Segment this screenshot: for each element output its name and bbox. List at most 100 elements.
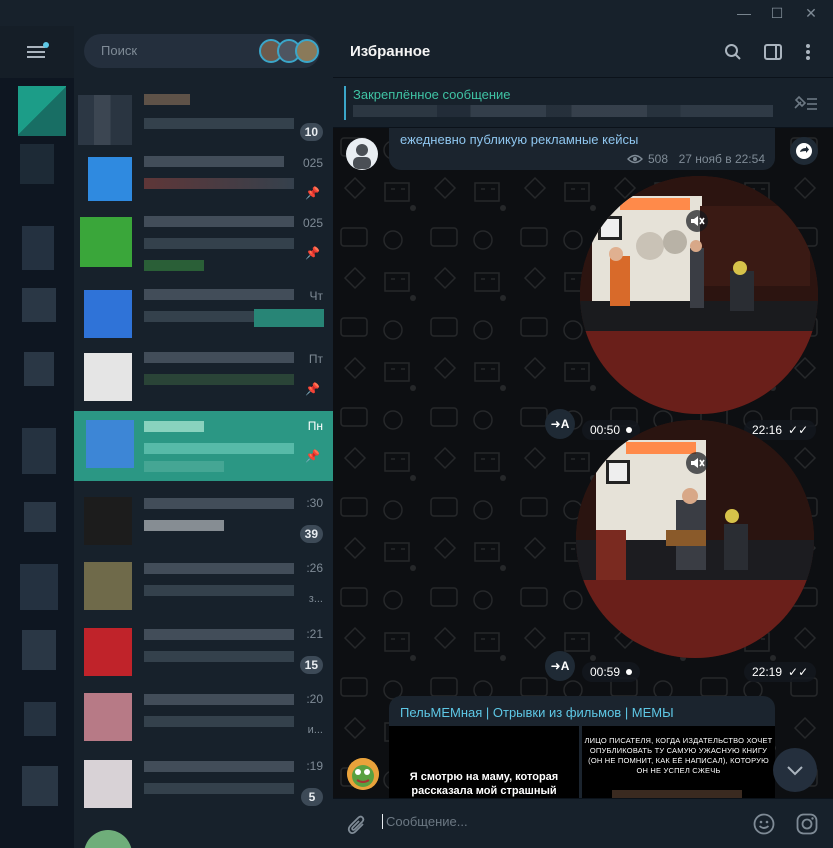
chat-avatar <box>84 497 132 545</box>
double-check-icon: ✓✓ <box>788 665 809 679</box>
chat-row[interactable] <box>74 821 333 848</box>
folder-item[interactable] <box>24 502 56 532</box>
chat-avatar <box>80 217 132 267</box>
folder-item[interactable] <box>22 630 56 670</box>
chat-time: Пн <box>307 419 323 433</box>
chat-row[interactable]: 10 <box>74 86 333 151</box>
search-button[interactable] <box>721 40 745 64</box>
chat-header: Избранное <box>333 26 833 78</box>
chat-row[interactable]: :19 5 <box>74 751 333 816</box>
folder-item[interactable] <box>20 144 54 184</box>
pinned-preview <box>353 105 773 117</box>
chat-time: :20 <box>306 692 323 706</box>
more-button[interactable] <box>796 40 820 64</box>
chat-preview: з... <box>308 593 323 605</box>
chat-time: :19 <box>306 759 323 773</box>
message-text: ежедневно публикую рекламные кейсы <box>400 132 639 147</box>
pinned-indicator <box>344 86 346 120</box>
chat-row[interactable]: Чт <box>74 281 333 346</box>
message-composer: Сообщение... <box>333 798 833 848</box>
folder-item[interactable] <box>24 702 56 736</box>
chat-avatar <box>84 760 132 808</box>
chat-avatar <box>78 95 132 145</box>
chat-row[interactable]: :20 и... <box>74 684 333 749</box>
chat-avatar <box>84 628 132 676</box>
search-box[interactable]: Поиск <box>84 34 320 68</box>
folder-item[interactable] <box>22 226 54 270</box>
chat-title[interactable]: Избранное <box>350 43 430 60</box>
transcribe-button[interactable]: ➜ A <box>545 409 575 439</box>
more-vertical-icon <box>806 44 810 60</box>
chat-list: Поиск 10 025 📌 025 📌 Чт Пт � <box>74 26 333 848</box>
chat-avatar <box>88 157 132 201</box>
double-check-icon: ✓✓ <box>788 423 809 437</box>
forward-button[interactable] <box>790 137 818 165</box>
chat-row[interactable]: :30 39 <box>74 488 333 553</box>
chat-time: Пт <box>308 352 323 366</box>
unread-badge: 39 <box>299 525 323 543</box>
folder-item[interactable] <box>22 428 56 474</box>
story-avatar[interactable] <box>295 39 319 63</box>
channel-name[interactable]: ПельМЕМная | Отрывки из фильмов | МЕМЫ <box>400 705 674 720</box>
chat-row[interactable]: 025 📌 <box>74 208 333 273</box>
views-count: 508 <box>627 152 668 166</box>
chevron-down-icon <box>787 766 803 776</box>
forwarded-message[interactable]: ПельМЕМная | Отрывки из фильмов | МЕМЫ Я… <box>389 696 775 798</box>
folder-item[interactable] <box>22 288 56 322</box>
pin-list-icon[interactable] <box>792 94 818 112</box>
chat-avatar <box>86 420 134 468</box>
folder-sidebar <box>0 26 74 848</box>
scroll-to-bottom-button[interactable] <box>773 748 817 792</box>
muted-speaker-icon[interactable] <box>686 210 708 232</box>
folder-item[interactable] <box>22 766 58 806</box>
search-input[interactable]: Поиск <box>101 43 137 58</box>
folder-item[interactable] <box>18 86 66 136</box>
chat-row[interactable]: 025 📌 <box>74 148 333 213</box>
eye-icon <box>627 154 643 164</box>
unread-badge: 15 <box>299 656 323 674</box>
main-menu-button[interactable] <box>0 26 74 78</box>
folder-item[interactable] <box>24 352 54 386</box>
notification-dot <box>43 42 49 48</box>
chat-time: :21 <box>306 627 323 641</box>
chat-avatar <box>84 353 132 401</box>
chat-avatar <box>84 290 132 338</box>
arrow-icon: ➜ <box>550 659 561 673</box>
pin-icon: 📌 <box>305 382 320 396</box>
media-caption: ЛИЦО ПИСАТЕЛЯ, КОГДА ИЗДАТЕЛЬСТВО ХОЧЕТ … <box>584 736 773 775</box>
forward-icon <box>796 143 812 159</box>
attach-icon[interactable] <box>347 814 367 836</box>
emoji-icon[interactable] <box>753 813 775 835</box>
close-button[interactable]: ✕ <box>789 0 833 26</box>
video-message-icon[interactable] <box>796 813 818 835</box>
pin-icon: 📌 <box>305 246 320 260</box>
chat-row[interactable]: :26 з... <box>74 553 333 618</box>
chat-preview: и... <box>307 724 323 736</box>
chat-row[interactable]: :21 15 <box>74 619 333 684</box>
video-time: 22:19 ✓✓ <box>744 662 817 682</box>
chat-time: 025 <box>302 156 323 170</box>
search-icon <box>725 44 741 60</box>
sender-avatar[interactable] <box>346 138 378 170</box>
message-input[interactable]: Сообщение... <box>382 814 468 829</box>
transcribe-button[interactable]: ➜ A <box>545 651 575 681</box>
chat-wallpaper: ежедневно публикую рекламные кейсы 508 2… <box>333 128 833 798</box>
sender-avatar[interactable] <box>347 758 379 790</box>
folder-item[interactable] <box>20 564 58 610</box>
message-bubble[interactable]: ежедневно публикую рекламные кейсы 508 2… <box>389 128 775 170</box>
pinned-title: Закреплённое сообщение <box>353 87 511 102</box>
pin-icon: 📌 <box>305 449 320 463</box>
chat-row-active[interactable]: Пн 📌 <box>74 411 333 481</box>
arrow-icon: ➜ <box>550 417 561 431</box>
chat-row[interactable]: Пт 📌 <box>74 344 333 409</box>
window-titlebar: — ☐ ✕ <box>0 0 833 26</box>
sidebar-icon <box>764 44 782 60</box>
chat-time: Чт <box>309 289 324 303</box>
sidebar-toggle-button[interactable] <box>761 40 785 64</box>
message-time: 27 нояб в 22:54 <box>678 152 765 166</box>
pinned-message-bar[interactable]: Закреплённое сообщение <box>333 78 833 128</box>
muted-speaker-icon[interactable] <box>686 452 708 474</box>
media-thumbnail[interactable]: Я смотрю на маму, которая рассказала мой… <box>389 726 579 798</box>
media-thumbnail[interactable]: ЛИЦО ПИСАТЕЛЯ, КОГДА ИЗДАТЕЛЬСТВО ХОЧЕТ … <box>582 726 775 798</box>
chat-time: :30 <box>306 496 323 510</box>
